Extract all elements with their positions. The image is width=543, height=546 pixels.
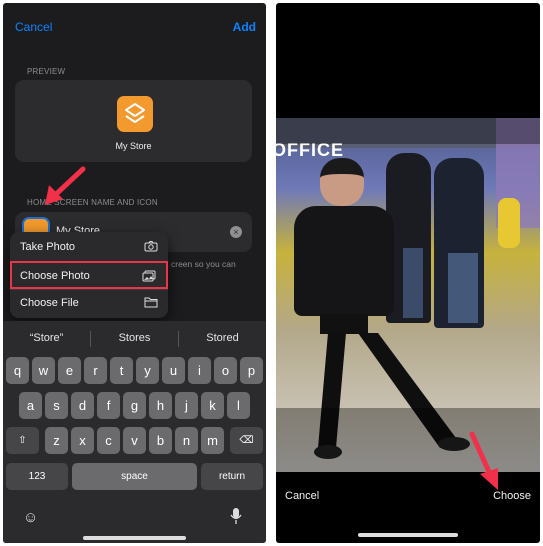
- keyboard: “Store” Stores Stored qwertyuiop asdfghjk…: [3, 321, 266, 543]
- numbers-key[interactable]: 123: [6, 463, 68, 490]
- menu-label: Take Photo: [20, 241, 76, 253]
- cancel-button[interactable]: Cancel: [15, 20, 52, 34]
- return-key[interactable]: return: [201, 463, 263, 490]
- key-i[interactable]: i: [188, 357, 211, 384]
- key-q[interactable]: q: [6, 357, 29, 384]
- key-n[interactable]: n: [175, 427, 198, 454]
- key-t[interactable]: t: [110, 357, 133, 384]
- shortcut-icon: [117, 96, 153, 132]
- suggestion[interactable]: Stores: [91, 332, 178, 344]
- backspace-key[interactable]: ⌫: [230, 427, 263, 454]
- suggestion[interactable]: “Store”: [3, 332, 90, 344]
- shortcut-editor-screen: Cancel Add PREVIEW My Store HOME SCREEN …: [3, 3, 266, 543]
- key-c[interactable]: c: [97, 427, 120, 454]
- key-r[interactable]: r: [84, 357, 107, 384]
- key-m[interactable]: m: [201, 427, 224, 454]
- menu-label: Choose File: [20, 297, 79, 309]
- key-s[interactable]: s: [45, 392, 68, 419]
- menu-take-photo[interactable]: Take Photo: [10, 233, 168, 261]
- cancel-button[interactable]: Cancel: [285, 490, 319, 502]
- key-z[interactable]: z: [45, 427, 68, 454]
- key-y[interactable]: y: [136, 357, 159, 384]
- photo-crop-screen: OFFICE Cancel Choose: [276, 3, 540, 543]
- emoji-icon[interactable]: ☺: [23, 509, 38, 526]
- menu-choose-file[interactable]: Choose File: [10, 289, 168, 317]
- key-g[interactable]: g: [123, 392, 146, 419]
- home-indicator: [83, 536, 186, 540]
- key-a[interactable]: a: [19, 392, 42, 419]
- shift-key[interactable]: ⇧: [6, 427, 39, 454]
- key-e[interactable]: e: [58, 357, 81, 384]
- clear-icon[interactable]: ×: [230, 226, 242, 238]
- key-v[interactable]: v: [123, 427, 146, 454]
- suggestion[interactable]: Stored: [179, 332, 266, 344]
- key-f[interactable]: f: [97, 392, 120, 419]
- key-j[interactable]: j: [175, 392, 198, 419]
- microphone-icon[interactable]: [230, 507, 242, 525]
- key-o[interactable]: o: [214, 357, 237, 384]
- camera-icon: [144, 241, 158, 252]
- menu-choose-photo[interactable]: Choose Photo: [10, 261, 168, 289]
- key-p[interactable]: p: [240, 357, 263, 384]
- key-h[interactable]: h: [149, 392, 172, 419]
- menu-label: Choose Photo: [20, 270, 90, 282]
- choose-button[interactable]: Choose: [493, 490, 531, 502]
- key-k[interactable]: k: [201, 392, 224, 419]
- key-x[interactable]: x: [71, 427, 94, 454]
- preview-label: PREVIEW: [27, 67, 66, 76]
- photo-menu: Take Photo Choose Photo Choose File: [10, 232, 168, 318]
- key-w[interactable]: w: [32, 357, 55, 384]
- section-label: HOME SCREEN NAME AND ICON: [27, 198, 158, 207]
- key-b[interactable]: b: [149, 427, 172, 454]
- add-button[interactable]: Add: [233, 20, 256, 34]
- preview-name: My Store: [115, 141, 152, 151]
- space-key[interactable]: space: [72, 463, 197, 490]
- photo-preview[interactable]: OFFICE: [276, 118, 540, 472]
- key-l[interactable]: l: [227, 392, 250, 419]
- key-u[interactable]: u: [162, 357, 185, 384]
- folder-icon: [144, 297, 158, 308]
- photo-icon: [142, 270, 156, 282]
- hint-text: creen so you can: [171, 259, 236, 269]
- key-d[interactable]: d: [71, 392, 94, 419]
- preview-card: My Store: [15, 80, 252, 162]
- home-indicator: [358, 533, 458, 537]
